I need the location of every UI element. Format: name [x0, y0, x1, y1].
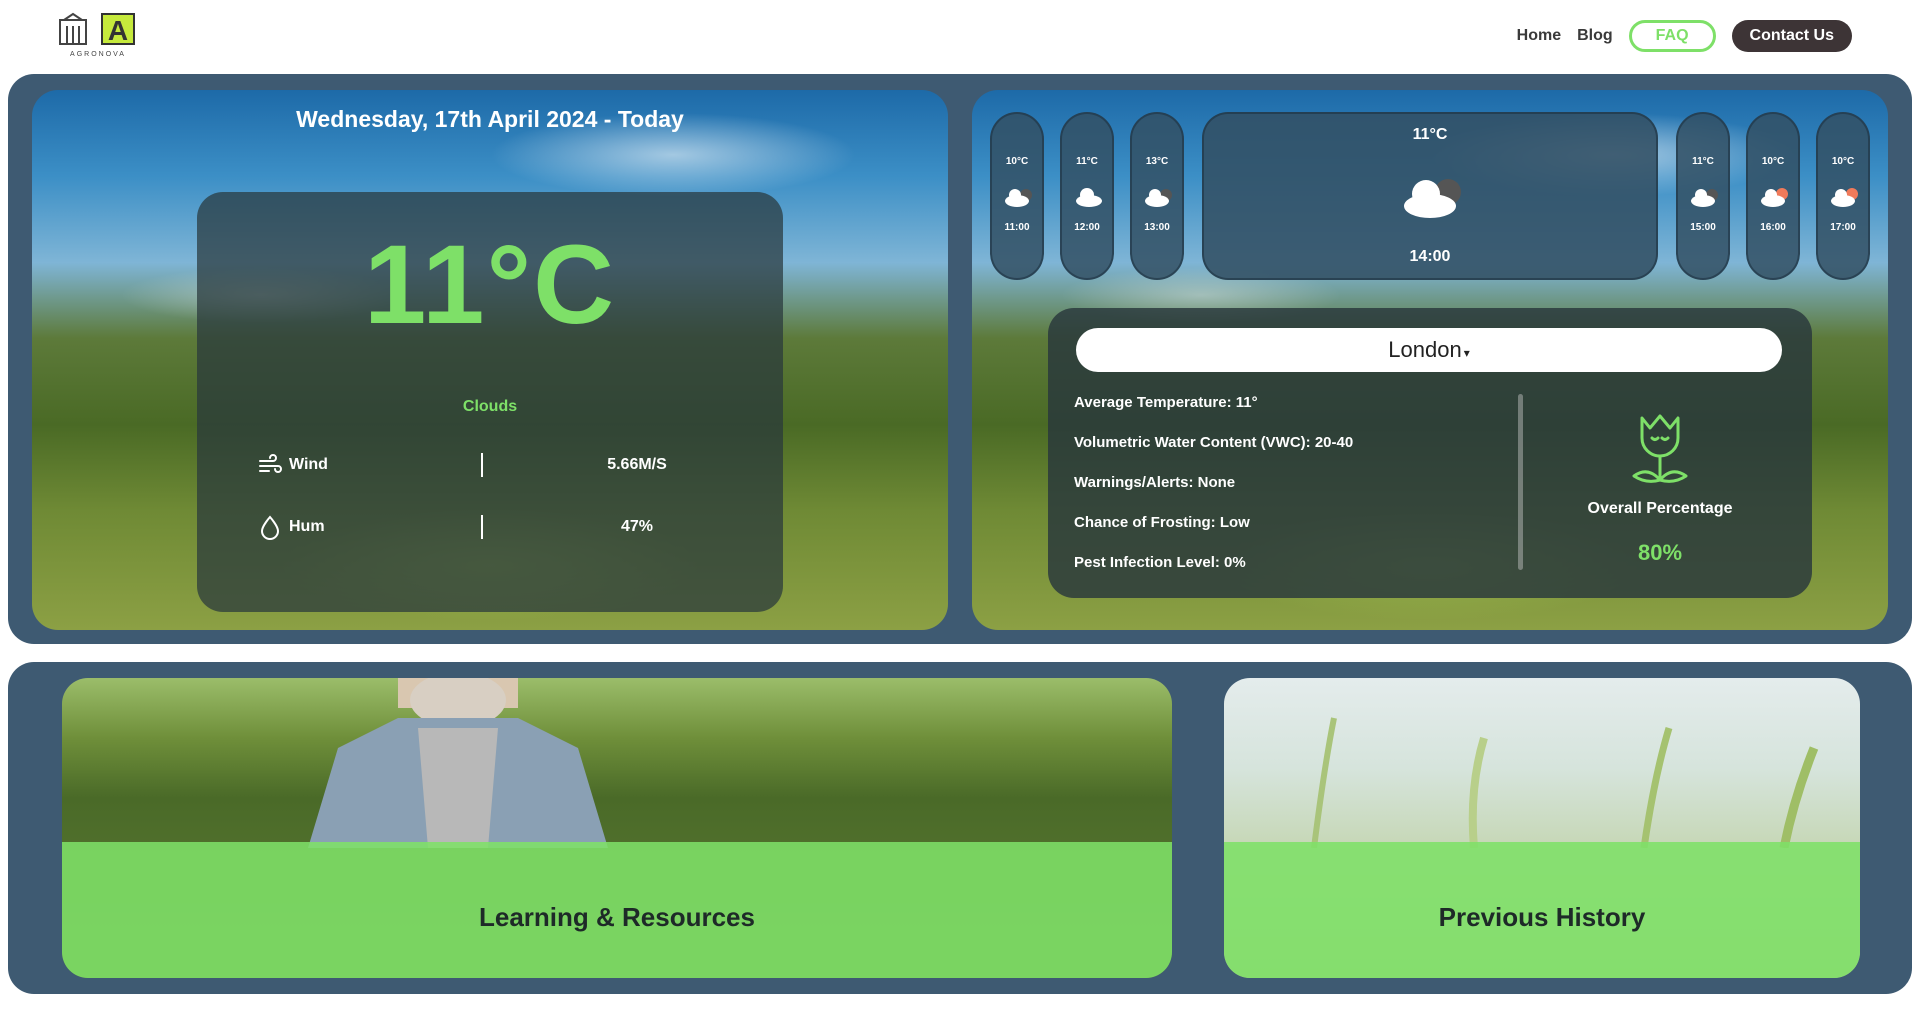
hour-card[interactable]: 10°C 11:00 — [990, 112, 1044, 280]
hour-time: 13:00 — [1144, 222, 1170, 233]
hour-time: 12:00 — [1074, 222, 1100, 233]
wind-row: Wind 5.66M/S — [257, 450, 723, 480]
hour-card[interactable]: 10°C 16:00 — [1746, 112, 1800, 280]
previous-history-label: Previous History — [1438, 902, 1646, 932]
chevron-down-icon: ▾ — [1463, 346, 1470, 360]
logo-letter: A — [108, 15, 128, 46]
previous-history-tile[interactable]: Previous History — [1224, 678, 1860, 978]
vwc-value: Volumetric Water Content (VWC): 20-40 — [1074, 434, 1354, 451]
cloud-sun-icon — [1828, 186, 1862, 208]
contact-us-button[interactable]: Contact Us — [1731, 20, 1852, 52]
current-hour-temp: 11°C — [1412, 126, 1448, 143]
pest-level: Pest Infection Level: 0% — [1074, 554, 1246, 571]
logo-text: AGRONOVA — [70, 51, 126, 58]
main-nav: Home Blog FAQ Contact Us — [1517, 20, 1852, 52]
farmer-image — [308, 678, 608, 848]
cloud-icon — [1002, 186, 1036, 208]
hour-time: 17:00 — [1830, 222, 1856, 233]
wind-value: 5.66M/S — [607, 456, 667, 473]
current-hour-card[interactable]: 11°C 14:00 — [1202, 112, 1658, 280]
row-divider — [481, 453, 483, 477]
humidity-label: Hum — [289, 518, 325, 535]
cloud-icon — [1142, 186, 1176, 208]
warnings-value: Warnings/Alerts: None — [1074, 474, 1236, 491]
wind-icon — [257, 452, 283, 478]
hour-time: 11:00 — [1004, 222, 1030, 233]
hour-card[interactable]: 10°C 17:00 — [1816, 112, 1870, 280]
tulip-icon — [1628, 412, 1692, 486]
today-weather-panel: Wednesday, 17th April 2024 - Today 11°C … — [32, 90, 948, 630]
humidity-value: 47% — [620, 518, 654, 535]
forecast-panel: 10°C 11:00 11°C 12:00 13°C 13:00 11°C 14… — [972, 90, 1888, 630]
hour-card[interactable]: 13°C 13:00 — [1130, 112, 1184, 280]
weather-condition: Clouds — [462, 398, 518, 415]
cloud-icon — [1688, 186, 1722, 208]
hour-time: 15:00 — [1690, 222, 1716, 233]
city-dropdown[interactable]: London ▾ — [1076, 328, 1782, 372]
hour-card[interactable]: 11°C 15:00 — [1676, 112, 1730, 280]
overall-percentage-label: Overall Percentage — [1587, 500, 1733, 517]
learning-resources-tile[interactable]: Learning & Resources — [62, 678, 1172, 978]
hour-temp: 13°C — [1145, 156, 1169, 167]
current-hour-time: 14:00 — [1409, 248, 1451, 265]
hour-temp: 10°C — [1005, 156, 1029, 167]
droplet-icon — [257, 514, 283, 540]
cloud-icon — [1398, 172, 1470, 220]
hour-temp: 11°C — [1076, 156, 1098, 167]
hour-time: 16:00 — [1760, 222, 1786, 233]
vertical-divider — [1518, 394, 1523, 570]
site-header: A AGRONOVA Home Blog FAQ Contact Us — [0, 0, 1920, 74]
wheat-image — [1311, 717, 1819, 848]
hour-card[interactable]: 11°C 12:00 — [1060, 112, 1114, 280]
avg-temperature: Average Temperature: 11° — [1074, 394, 1258, 411]
location-info-card: London ▾ Average Temperature: 11° Volumet… — [1048, 308, 1812, 598]
cloud-sun-icon — [1758, 186, 1792, 208]
overall-percentage-value: 80% — [1637, 540, 1683, 565]
date-title: Wednesday, 17th April 2024 - Today — [296, 106, 684, 132]
cloud-icon — [1072, 186, 1106, 208]
wind-label: Wind — [289, 456, 328, 473]
frost-chance: Chance of Frosting: Low — [1074, 514, 1250, 531]
agronova-logo[interactable]: A AGRONOVA — [58, 12, 138, 62]
today-weather-card: 11°C Clouds Wind 5.66M/S Hum 47% — [197, 192, 783, 612]
row-divider — [481, 515, 483, 539]
hour-temp: 11°C — [1692, 156, 1714, 167]
hour-temp: 10°C — [1831, 156, 1855, 167]
nav-blog[interactable]: Blog — [1577, 27, 1613, 45]
hour-temp: 10°C — [1761, 156, 1785, 167]
crop-facts: Average Temperature: 11° Volumetric Wate… — [1074, 394, 1353, 594]
learning-resources-label: Learning & Resources — [479, 902, 755, 932]
nav-home[interactable]: Home — [1517, 27, 1561, 45]
humidity-row: Hum 47% — [257, 512, 723, 542]
current-temperature: 11°C — [363, 222, 617, 347]
city-name: London — [1388, 337, 1462, 362]
nav-faq-button[interactable]: FAQ — [1628, 20, 1716, 52]
